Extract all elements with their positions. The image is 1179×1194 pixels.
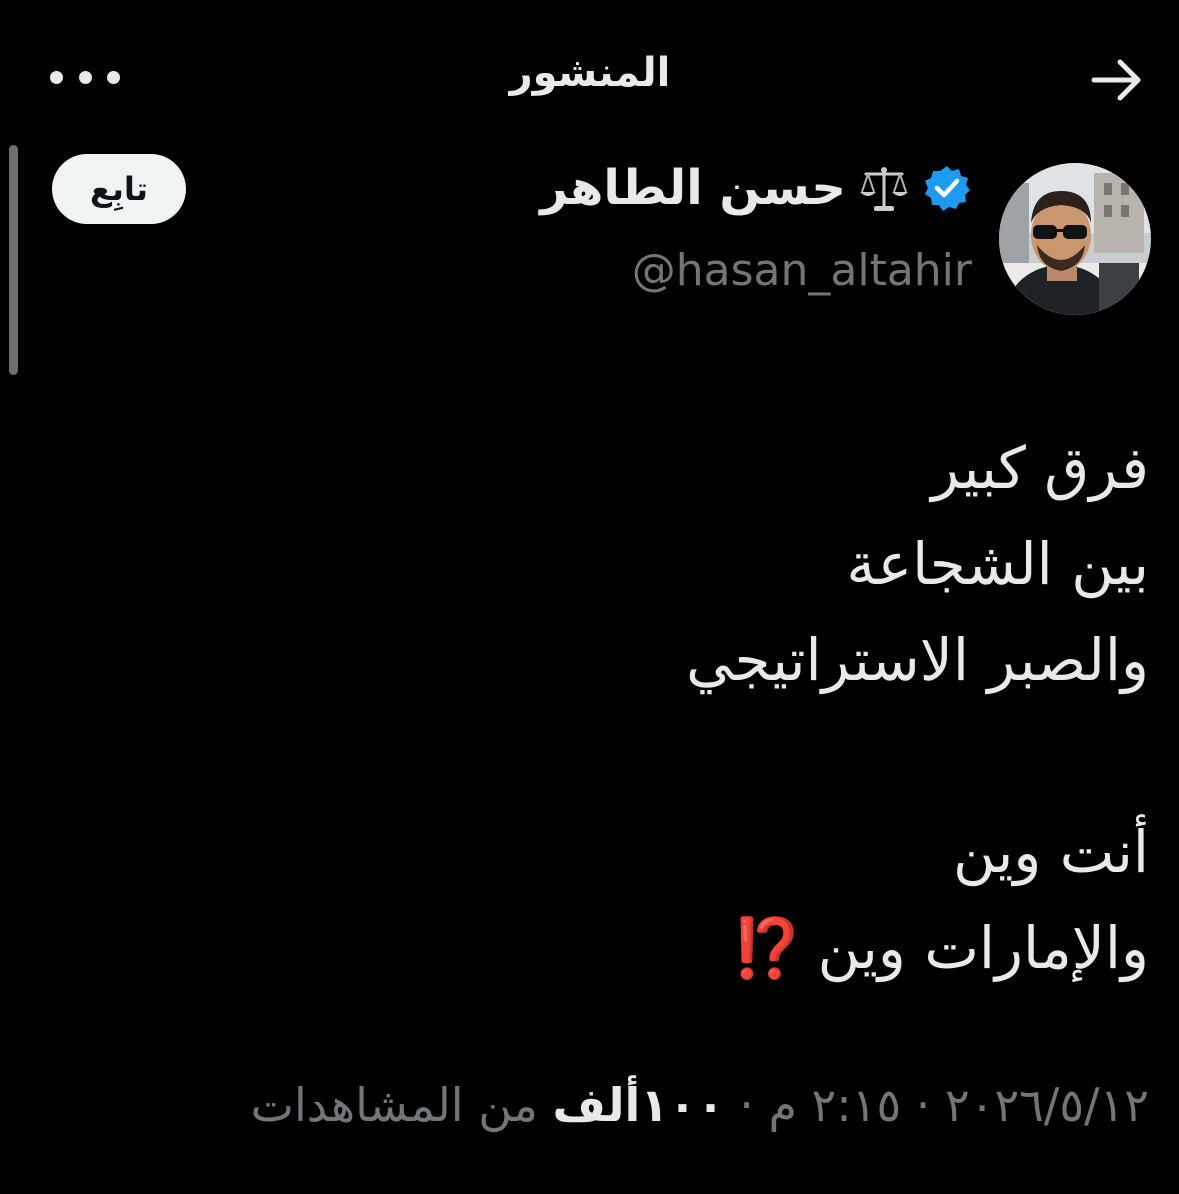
tweet-date[interactable]: ٢٠٢٦/٥/١٢ [945,1078,1149,1132]
tweet-line: بين الشجاعة [846,530,1149,598]
interrobang-emoji-icon: ⁉️ [731,914,804,982]
tweet-time[interactable]: ٢:١٥ م [768,1078,901,1132]
tweet-text: فرق كبير بين الشجاعة والصبر الاستراتيجي … [49,420,1149,996]
verified-badge-icon [925,166,970,211]
author-handle[interactable]: @hasan_altahir [632,245,972,296]
meta-separator: · [915,1078,931,1132]
arrow-right-icon [1091,59,1141,101]
tweet-line: أنت وين [953,818,1149,886]
views-label: من المشاهدات [250,1078,538,1132]
author-name-row: حسن الطاهر [540,160,972,216]
tweet-meta: ٢٠٢٦/٥/١٢ · ٢:١٥ م · ١٠٠ألف من المشاهدات [251,1078,1149,1132]
scales-emoji-icon [860,167,908,211]
tweet-last-line: والإمارات وين⁉️ [49,900,1149,996]
more-dot [107,70,120,84]
avatar-photo [999,163,1151,315]
meta-separator: · [739,1078,754,1132]
avatar[interactable] [999,163,1151,315]
page-title: المنشور [509,50,671,96]
follow-button[interactable]: تابِع [52,154,186,224]
more-options-button[interactable] [50,55,120,99]
top-bar: المنشور [0,0,1179,150]
tweet-line: والصبر الاستراتيجي [686,626,1149,694]
views-count[interactable]: ١٠٠ألف [553,1078,725,1132]
author-display-name[interactable]: حسن الطاهر [540,160,846,216]
tweet-line: فرق كبير [931,434,1149,502]
scroll-indicator[interactable] [9,145,18,375]
more-dot [50,70,63,84]
back-button[interactable] [1088,52,1148,108]
more-dot [78,70,92,84]
tweet-line: والإمارات وين [817,914,1149,982]
